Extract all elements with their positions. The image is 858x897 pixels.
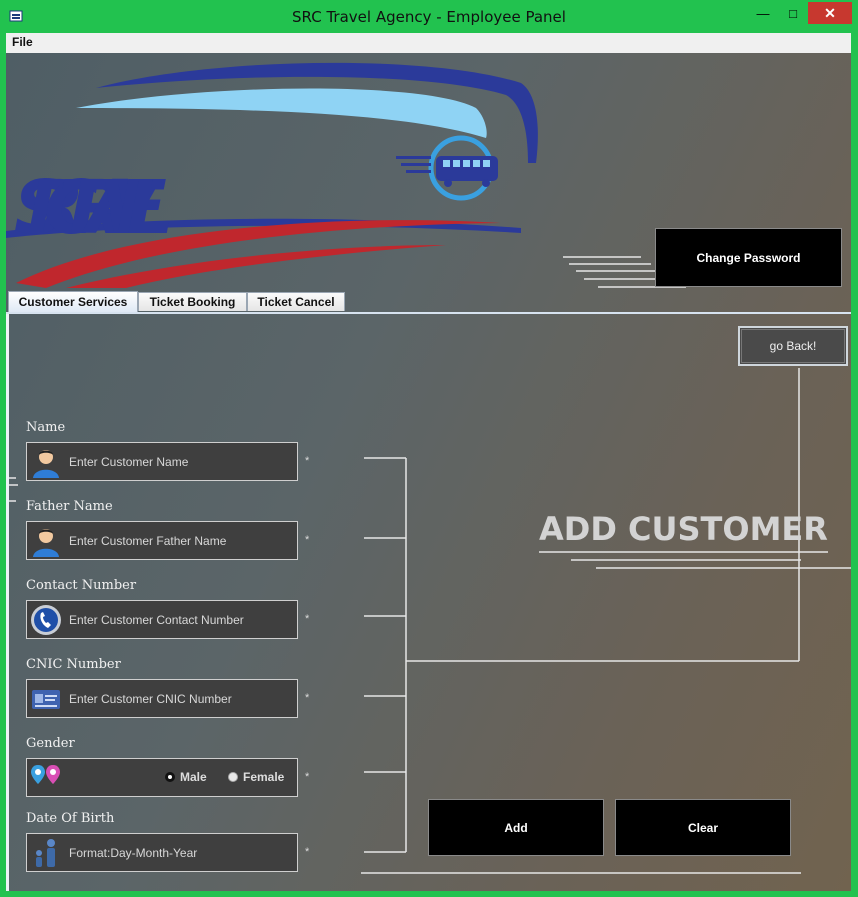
person-icon bbox=[33, 450, 59, 478]
gender-female-radio[interactable]: Female bbox=[228, 770, 284, 784]
dob-required-marker: * bbox=[305, 846, 310, 858]
contact-required-marker: * bbox=[305, 613, 310, 625]
title-bar[interactable]: SRC Travel Agency - Employee Panel — □ ✕ bbox=[0, 0, 858, 32]
phone-icon bbox=[31, 605, 61, 635]
panel-left-edge bbox=[6, 314, 9, 891]
dob-label: Date Of Birth bbox=[26, 811, 115, 826]
add-button[interactable]: Add bbox=[428, 799, 604, 856]
menu-file[interactable]: File bbox=[12, 35, 33, 49]
menu-bar: File bbox=[6, 33, 851, 54]
contact-field[interactable]: Enter Customer Contact Number bbox=[26, 600, 298, 639]
src-travel-logo: SRCTRAVEL bbox=[6, 62, 538, 288]
close-button[interactable]: ✕ bbox=[808, 2, 852, 24]
person-icon bbox=[33, 529, 59, 557]
app-window: SRC Travel Agency - Employee Panel — □ ✕… bbox=[0, 0, 858, 897]
gender-required-marker: * bbox=[305, 771, 310, 783]
add-customer-heading: ADD CUSTOMER bbox=[539, 510, 828, 548]
go-back-label: go Back! bbox=[741, 329, 845, 363]
tab-customer-services[interactable]: Customer Services bbox=[8, 291, 138, 312]
cnic-field[interactable]: Enter Customer CNIC Number bbox=[26, 679, 298, 718]
contact-placeholder: Enter Customer Contact Number bbox=[69, 613, 244, 627]
cnic-placeholder: Enter Customer CNIC Number bbox=[69, 692, 232, 706]
name-placeholder: Enter Customer Name bbox=[69, 455, 189, 469]
father-name-field[interactable]: Enter Customer Father Name bbox=[26, 521, 298, 560]
name-field[interactable]: Enter Customer Name bbox=[26, 442, 298, 481]
family-icon bbox=[36, 839, 55, 867]
content-area: SRCTRAVEL Change Password Customer Servi… bbox=[6, 53, 851, 891]
logo-text: SRCTRAVEL bbox=[14, 165, 174, 251]
cnic-label: CNIC Number bbox=[26, 657, 121, 672]
name-required-marker: * bbox=[305, 455, 310, 467]
minimize-button[interactable]: — bbox=[748, 2, 778, 24]
tab-panel-border bbox=[6, 312, 851, 314]
dob-placeholder: Format:Day-Month-Year bbox=[69, 846, 198, 860]
name-label: Name bbox=[26, 420, 66, 435]
father-name-placeholder: Enter Customer Father Name bbox=[69, 534, 227, 548]
gender-label: Gender bbox=[26, 736, 75, 751]
gender-male-radio[interactable]: Male bbox=[165, 770, 207, 784]
tab-ticket-cancel[interactable]: Ticket Cancel bbox=[247, 292, 345, 311]
maximize-button[interactable]: □ bbox=[778, 2, 808, 24]
id-card-icon bbox=[32, 690, 60, 709]
window-title: SRC Travel Agency - Employee Panel bbox=[292, 8, 566, 26]
father-name-required-marker: * bbox=[305, 534, 310, 546]
female-label: Female bbox=[243, 770, 285, 784]
gender-field: Male Female bbox=[26, 758, 298, 797]
contact-label: Contact Number bbox=[26, 578, 137, 593]
gender-icon bbox=[31, 765, 60, 784]
cnic-required-marker: * bbox=[305, 692, 310, 704]
dob-field[interactable]: Format:Day-Month-Year bbox=[26, 833, 298, 872]
male-label: Male bbox=[180, 770, 207, 784]
clear-button[interactable]: Clear bbox=[615, 799, 791, 856]
go-back-button[interactable]: go Back! bbox=[738, 326, 848, 366]
tab-ticket-booking[interactable]: Ticket Booking bbox=[138, 292, 247, 311]
radio-selected-icon bbox=[165, 772, 175, 782]
radio-unselected-icon bbox=[228, 772, 238, 782]
change-password-button[interactable]: Change Password bbox=[655, 228, 842, 287]
father-name-label: Father Name bbox=[26, 499, 113, 514]
